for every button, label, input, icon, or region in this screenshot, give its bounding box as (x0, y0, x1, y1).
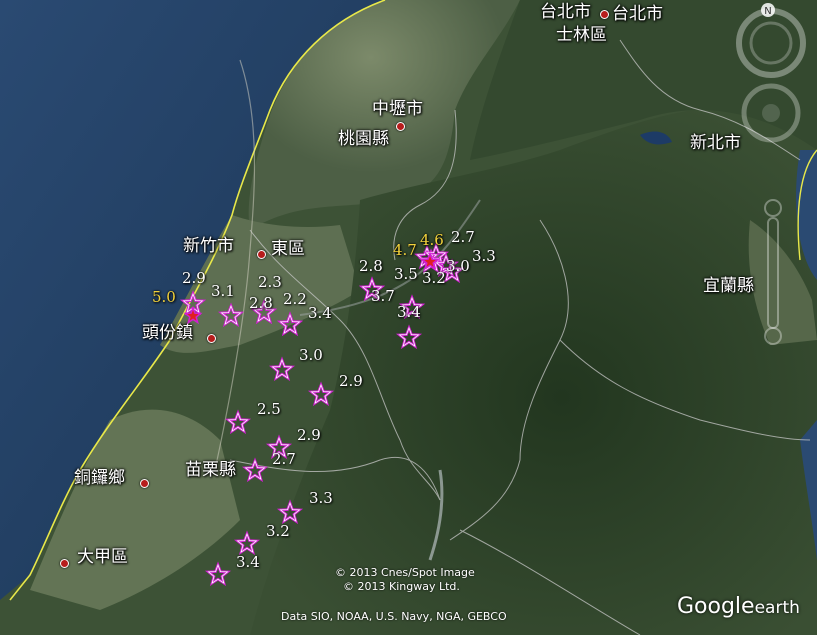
logo-suffix: earth (754, 598, 800, 618)
imagery-credit: © 2013 Cnes/Spot Image (335, 566, 475, 579)
quake-magnitude-label: 3.1 (211, 282, 235, 300)
quake-magnitude-label: 3.3 (472, 247, 496, 265)
quake-magnitude-label: 2.9 (339, 372, 363, 390)
look-joystick-icon[interactable] (741, 83, 801, 143)
quake-magnitude-label: 2.8 (359, 257, 383, 275)
quake-magnitude-label: 3.7 (371, 287, 395, 305)
navigation-controls[interactable]: N (735, 3, 815, 363)
quake-magnitude-label: 3.0 (299, 346, 323, 364)
quake-magnitude-label: 3.2 (266, 522, 290, 540)
quake-magnitude-label: 3.5 (394, 265, 418, 283)
svg-text:N: N (764, 6, 771, 17)
zoom-slider-icon[interactable] (764, 199, 782, 345)
quake-magnitude-label: 2.2 (283, 290, 307, 308)
quake-magnitude-label: 2.5 (257, 400, 281, 418)
quake-magnitude-label: 2.9 (182, 269, 206, 287)
map-view[interactable]: 台北市 台北市 士林區 中壢市 桃園縣 新北市 新竹市 東區 頭份鎮 宜蘭縣 苗… (0, 0, 817, 635)
data-credit: Data SIO, NOAA, U.S. Navy, NGA, GEBCO (281, 610, 507, 623)
quake-magnitude-label: 2.9 (297, 426, 321, 444)
quake-magnitude-label: 2.7 (272, 450, 296, 468)
quake-magnitude-label: 4.7 (393, 241, 417, 259)
quake-magnitude-label: 3.4 (236, 553, 260, 571)
quake-magnitude-label: 2.7 (451, 228, 475, 246)
quake-magnitude-label: 3.0 (446, 257, 470, 275)
quake-magnitude-label: 3.4 (308, 304, 332, 322)
quake-magnitude-label: 2.3 (258, 273, 282, 291)
quake-magnitude-label: 5.0 (152, 288, 176, 306)
imagery-credit: © 2013 Kingway Ltd. (343, 580, 460, 593)
logo-main: Google (677, 594, 755, 619)
quake-magnitude-label: 2.8 (249, 294, 273, 312)
compass-icon[interactable]: N (736, 3, 806, 78)
quake-magnitude-label: 3.2 (422, 269, 446, 287)
quake-magnitude-label: 3.3 (309, 489, 333, 507)
quake-magnitude-label: 4.6 (420, 231, 444, 249)
google-earth-logo: Googleearth (677, 594, 800, 619)
quake-magnitude-label: 3.4 (397, 303, 421, 321)
